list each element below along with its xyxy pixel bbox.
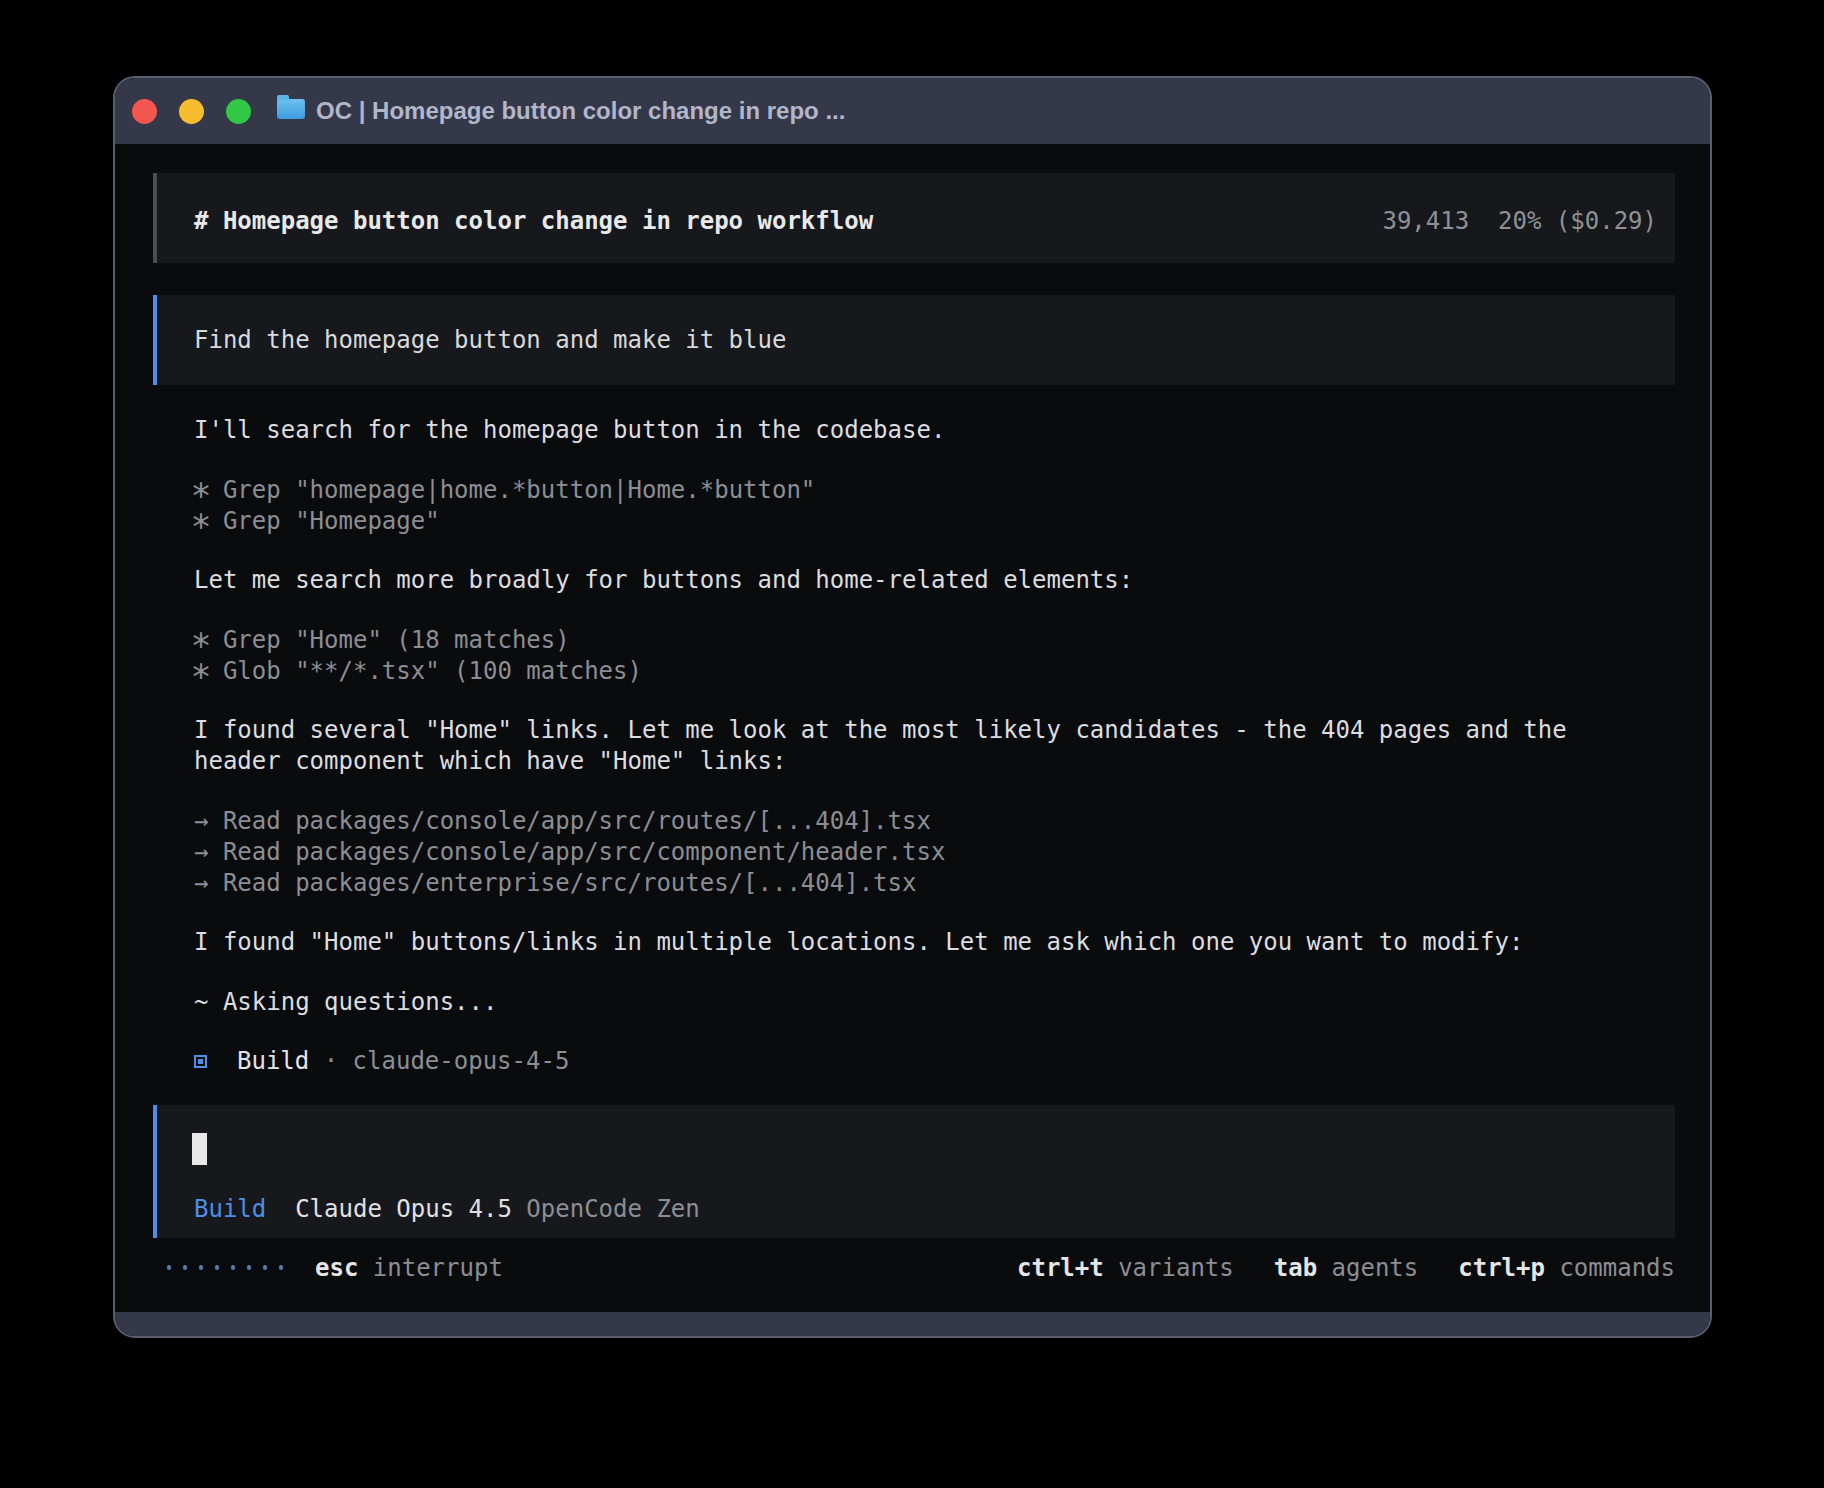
folder-icon: [277, 99, 305, 119]
user-message-text: Find the homepage button and make it blu…: [194, 326, 786, 354]
keybind-hints: ctrl+t variants tab agents ctrl+p commands: [1017, 1254, 1675, 1282]
spinner-dot: [247, 1265, 251, 1270]
spinner-dots: [167, 1265, 283, 1270]
session-title: # Homepage button color change in repo w…: [194, 207, 873, 235]
spinner-dot: [183, 1265, 187, 1270]
assistant-text-line: header component which have "Home" links…: [194, 746, 1675, 777]
text-cursor: [192, 1133, 207, 1165]
spinner-dot: [167, 1265, 171, 1270]
message-block: → Read packages/console/app/src/routes/[…: [194, 806, 1675, 899]
keybind-key: ctrl+t: [1017, 1254, 1104, 1282]
esc-hint: esc interrupt: [315, 1254, 503, 1282]
tool-call-line: ∗ Grep "Homepage": [194, 506, 1675, 537]
minimize-button[interactable]: [179, 99, 204, 124]
message-block: I'll search for the homepage button in t…: [194, 415, 1675, 446]
close-button[interactable]: [132, 99, 157, 124]
agent-model: · claude-opus-4-5: [309, 1046, 569, 1077]
tool-call-line: ∗ Grep "Home" (18 matches): [194, 625, 1675, 656]
agent-status-row: Build · claude-opus-4-5: [153, 1046, 1675, 1077]
tool-call-line: ∗ Grep "homepage|home.*button|Home.*butt…: [194, 475, 1675, 506]
keybind-key: ctrl+p: [1458, 1254, 1545, 1282]
keybind-key: tab: [1274, 1254, 1317, 1282]
spinner-dot: [279, 1265, 283, 1270]
message-block: ∗ Grep "Home" (18 matches)∗ Glob "**/*.t…: [194, 625, 1675, 687]
assistant-text-line: Let me search more broadly for buttons a…: [194, 565, 1675, 596]
tool-call-line: → Read packages/console/app/src/componen…: [194, 837, 1675, 868]
prompt-input[interactable]: Build Claude Opus 4.5 OpenCode Zen: [153, 1105, 1675, 1238]
window-footer: [115, 1312, 1710, 1336]
mode-label[interactable]: Build: [194, 1195, 266, 1223]
message-block: I found several "Home" links. Let me loo…: [194, 715, 1675, 777]
conversation: I'll search for the homepage button in t…: [153, 415, 1675, 1018]
message-block: ~ Asking questions...: [194, 987, 1675, 1018]
session-stats: 39,413 20% ($0.29): [1382, 207, 1657, 235]
provider-label: OpenCode Zen: [526, 1195, 699, 1223]
titlebar[interactable]: OC | Homepage button color change in rep…: [115, 78, 1710, 144]
user-message: Find the homepage button and make it blu…: [153, 295, 1675, 385]
agent-build-icon: [194, 1055, 207, 1068]
window-title: OC | Homepage button color change in rep…: [316, 97, 845, 125]
keybind-hint: ctrl+p commands: [1458, 1254, 1675, 1282]
keybind-label: commands: [1545, 1254, 1675, 1282]
keybind-label: variants: [1104, 1254, 1234, 1282]
message-block: ∗ Grep "homepage|home.*button|Home.*butt…: [194, 475, 1675, 537]
spinner-dot: [199, 1265, 203, 1270]
assistant-text-line: I found several "Home" links. Let me loo…: [194, 715, 1675, 746]
status-bar: esc interrupt ctrl+t variantstab agentsc…: [153, 1252, 1675, 1283]
spinner-dot: [215, 1265, 219, 1270]
spinner-dot: [263, 1265, 267, 1270]
terminal-window: OC | Homepage button color change in rep…: [113, 76, 1712, 1338]
keybind-label: agents: [1317, 1254, 1418, 1282]
message-block: Let me search more broadly for buttons a…: [194, 565, 1675, 596]
tool-call-line: → Read packages/enterprise/src/routes/[.…: [194, 868, 1675, 899]
session-header: # Homepage button color change in repo w…: [153, 173, 1675, 263]
status-left: esc interrupt: [153, 1254, 503, 1282]
tool-bullet-icon: ∗: [191, 499, 212, 544]
model-line: Build Claude Opus 4.5 OpenCode Zen: [194, 1194, 700, 1225]
keybind-hint: tab agents: [1274, 1254, 1419, 1282]
tool-call-line: ∗ Glob "**/*.tsx" (100 matches): [194, 656, 1675, 687]
message-block: I found "Home" buttons/links in multiple…: [194, 927, 1675, 958]
tool-call-line: → Read packages/console/app/src/routes/[…: [194, 806, 1675, 837]
traffic-lights: [132, 99, 251, 124]
agent-name: Build: [237, 1046, 309, 1077]
assistant-text-line: I found "Home" buttons/links in multiple…: [194, 927, 1675, 958]
zoom-button[interactable]: [226, 99, 251, 124]
spinner-dot: [231, 1265, 235, 1270]
model-label[interactable]: Claude Opus 4.5: [295, 1195, 512, 1223]
assistant-text-line: I'll search for the homepage button in t…: [194, 415, 1675, 446]
assistant-text-line: ~ Asking questions...: [194, 987, 1675, 1018]
terminal-content: # Homepage button color change in repo w…: [115, 144, 1710, 1312]
tool-bullet-icon: ∗: [191, 649, 212, 694]
keybind-hint: ctrl+t variants: [1017, 1254, 1234, 1282]
